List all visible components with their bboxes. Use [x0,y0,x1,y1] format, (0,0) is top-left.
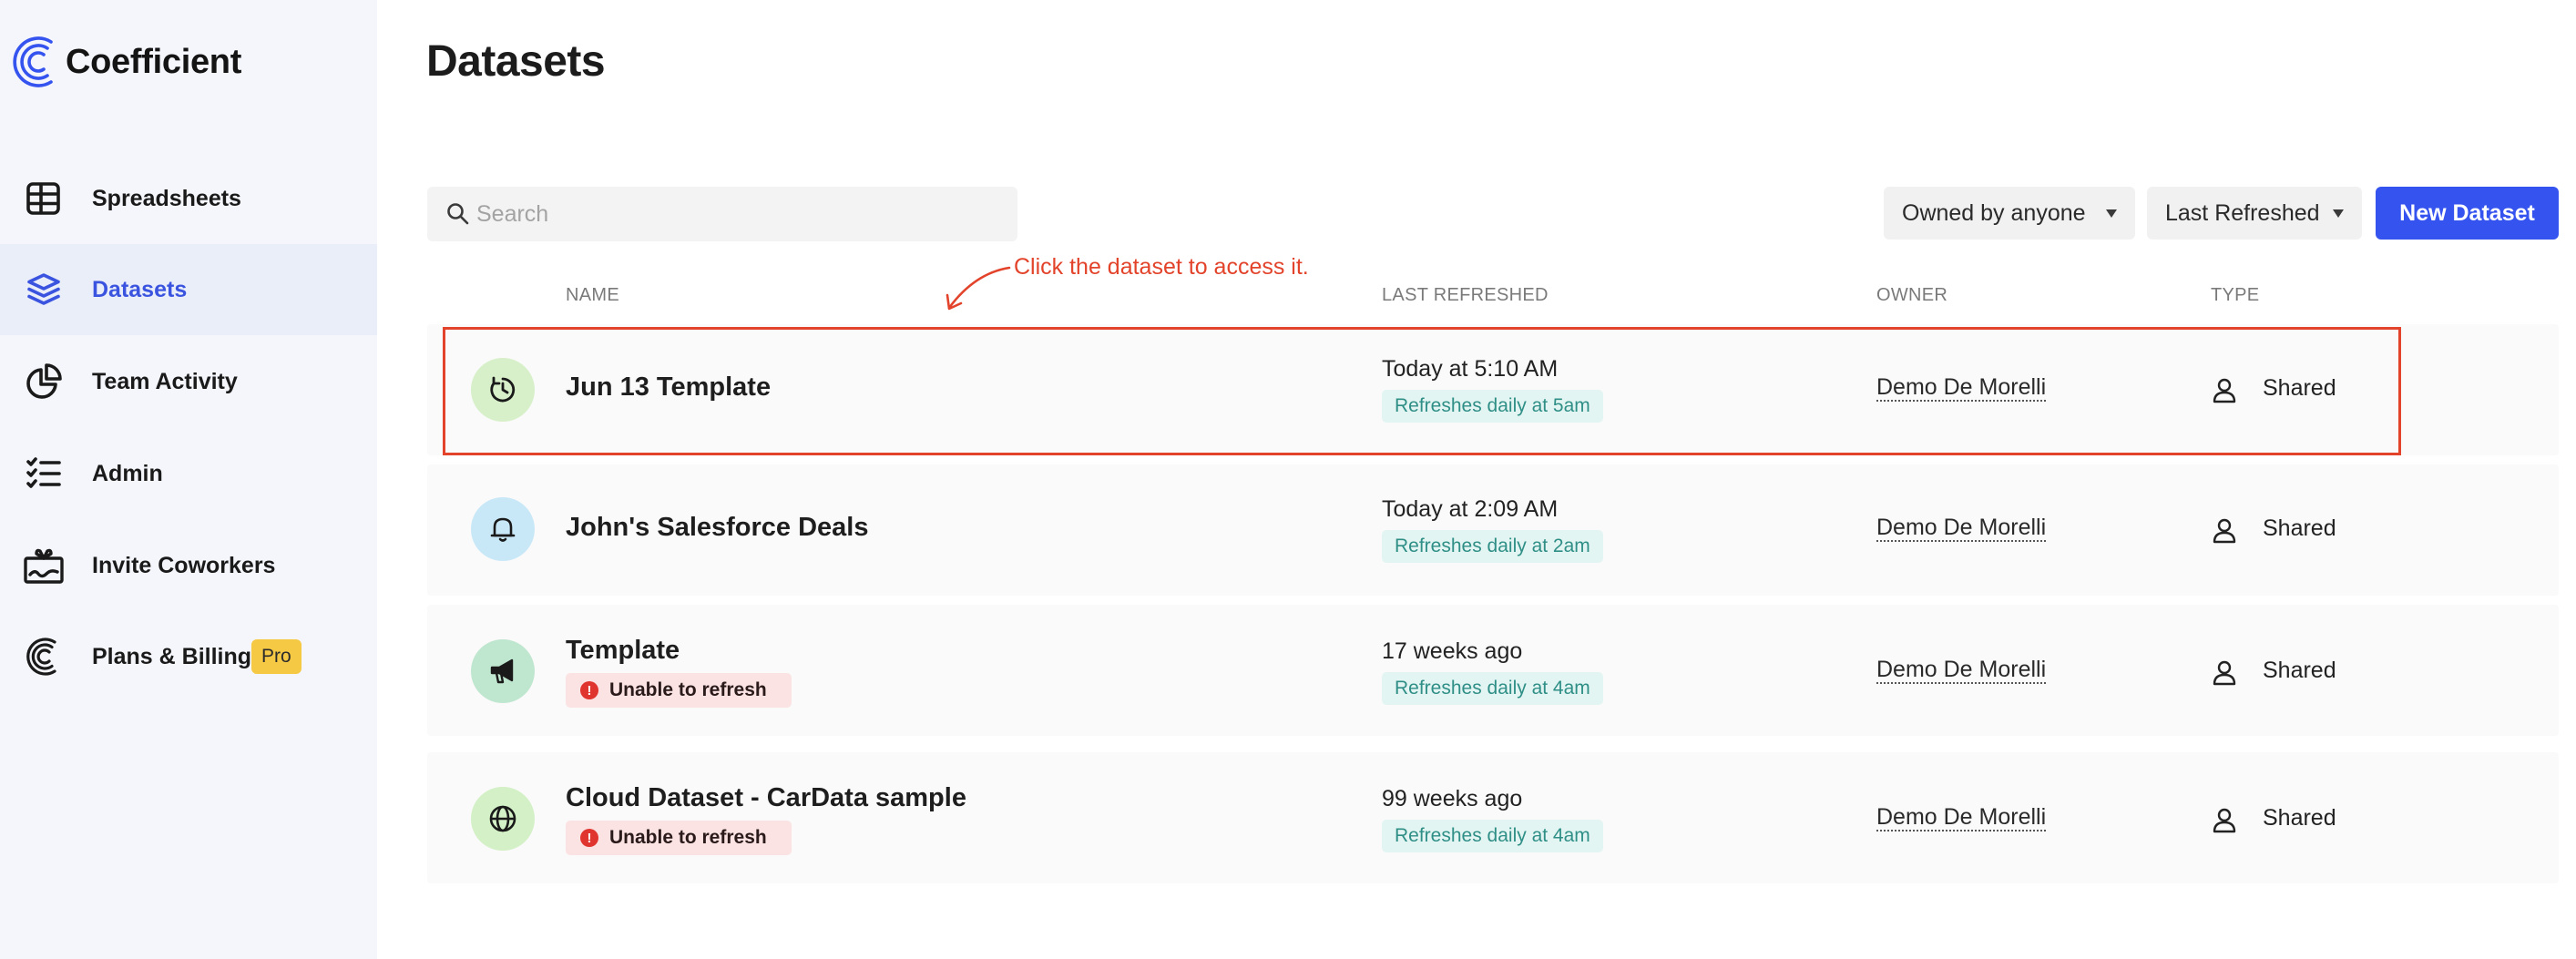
sidebar-item-invite-coworkers[interactable]: Invite Coworkers [0,520,377,611]
layers-icon [24,270,64,310]
sidebar-item-label: Datasets [92,276,188,302]
sidebar-item-label: Spreadsheets [92,185,241,211]
search-bar[interactable] [427,187,1017,241]
app-name: Coefficient [66,42,242,81]
user-icon [2213,660,2236,686]
search-icon [447,203,469,225]
table-icon [24,179,64,219]
table-row[interactable]: John's Salesforce Deals Today at 2:09 AM… [427,464,2559,596]
sort-dropdown[interactable]: Last Refreshed [2147,187,2362,240]
error-badge: ! Unable to refresh [566,673,792,708]
new-dataset-button[interactable]: New Dataset [2376,187,2559,240]
coefficient-logo-icon [24,637,64,677]
sidebar-item-admin[interactable]: Admin [0,428,377,519]
coefficient-logo-icon [13,36,53,87]
sidebar-item-label: Plans & Billing [92,643,252,669]
sidebar-item-label: Team Activity [92,368,238,394]
owner-name[interactable]: Demo De Morelli [1876,804,2047,831]
annotation-text: Click the dataset to access it. [1014,254,1309,280]
owner-filter-value: Owned by anyone [1902,199,2086,226]
type-label: Shared [2263,658,2336,683]
caret-down-icon [2106,209,2117,218]
table-row[interactable]: Template ! Unable to refresh 17 weeks ag… [427,605,2559,736]
sort-value: Last Refreshed [2165,199,2320,226]
error-icon: ! [580,681,598,699]
error-icon: ! [580,829,598,847]
user-icon [2213,808,2236,833]
column-header-last-refreshed[interactable]: LAST REFRESHED [1382,285,1549,306]
user-icon [2213,518,2236,544]
checklist-icon [24,454,64,494]
owner-name[interactable]: Demo De Morelli [1876,657,2047,684]
page-title: Datasets [426,37,606,86]
sidebar-item-spreadsheets[interactable]: Spreadsheets [0,153,377,244]
column-header-name[interactable]: NAME [566,285,619,306]
gift-icon [24,546,64,586]
pro-badge: Pro [251,639,302,674]
refresh-schedule-badge: Refreshes daily at 2am [1382,530,1603,563]
column-header-owner[interactable]: OWNER [1876,285,1947,306]
owner-filter-dropdown[interactable]: Owned by anyone [1884,187,2135,240]
dataset-name[interactable]: Cloud Dataset - CarData sample [566,783,966,813]
app-logo[interactable]: Coefficient [11,33,241,91]
type-label: Shared [2263,515,2336,541]
sidebar-item-plans-billing[interactable]: Plans & Billing Pro [0,611,377,702]
last-refreshed-time: 99 weeks ago [1382,786,1523,811]
sidebar: Coefficient Spreadsheets Datasets Team A… [0,0,377,959]
annotation-highlight-box [443,327,2401,455]
owner-name[interactable]: Demo De Morelli [1876,515,2047,542]
dataset-name[interactable]: John's Salesforce Deals [566,513,869,543]
sidebar-item-datasets[interactable]: Datasets [0,244,377,335]
error-text: Unable to refresh [609,827,767,848]
error-text: Unable to refresh [609,679,767,700]
column-header-type[interactable]: TYPE [2211,285,2259,306]
bell-icon [471,497,535,561]
sidebar-item-label: Invite Coworkers [92,552,276,578]
globe-icon [471,787,535,851]
refresh-schedule-badge: Refreshes daily at 4am [1382,820,1603,852]
caret-down-icon [2333,209,2344,218]
dataset-name[interactable]: Template [566,636,680,666]
megaphone-icon [471,639,535,703]
annotation-arrow-icon [946,266,1011,311]
type-label: Shared [2263,805,2336,831]
sidebar-item-team-activity[interactable]: Team Activity [0,336,377,427]
refresh-schedule-badge: Refreshes daily at 4am [1382,672,1603,705]
sidebar-item-label: Admin [92,460,163,486]
error-badge: ! Unable to refresh [566,821,792,855]
last-refreshed-time: 17 weeks ago [1382,638,1523,664]
table-row[interactable]: Cloud Dataset - CarData sample ! Unable … [427,752,2559,883]
last-refreshed-time: Today at 2:09 AM [1382,496,1559,522]
pie-chart-icon [24,362,64,402]
search-input[interactable] [476,187,1005,241]
